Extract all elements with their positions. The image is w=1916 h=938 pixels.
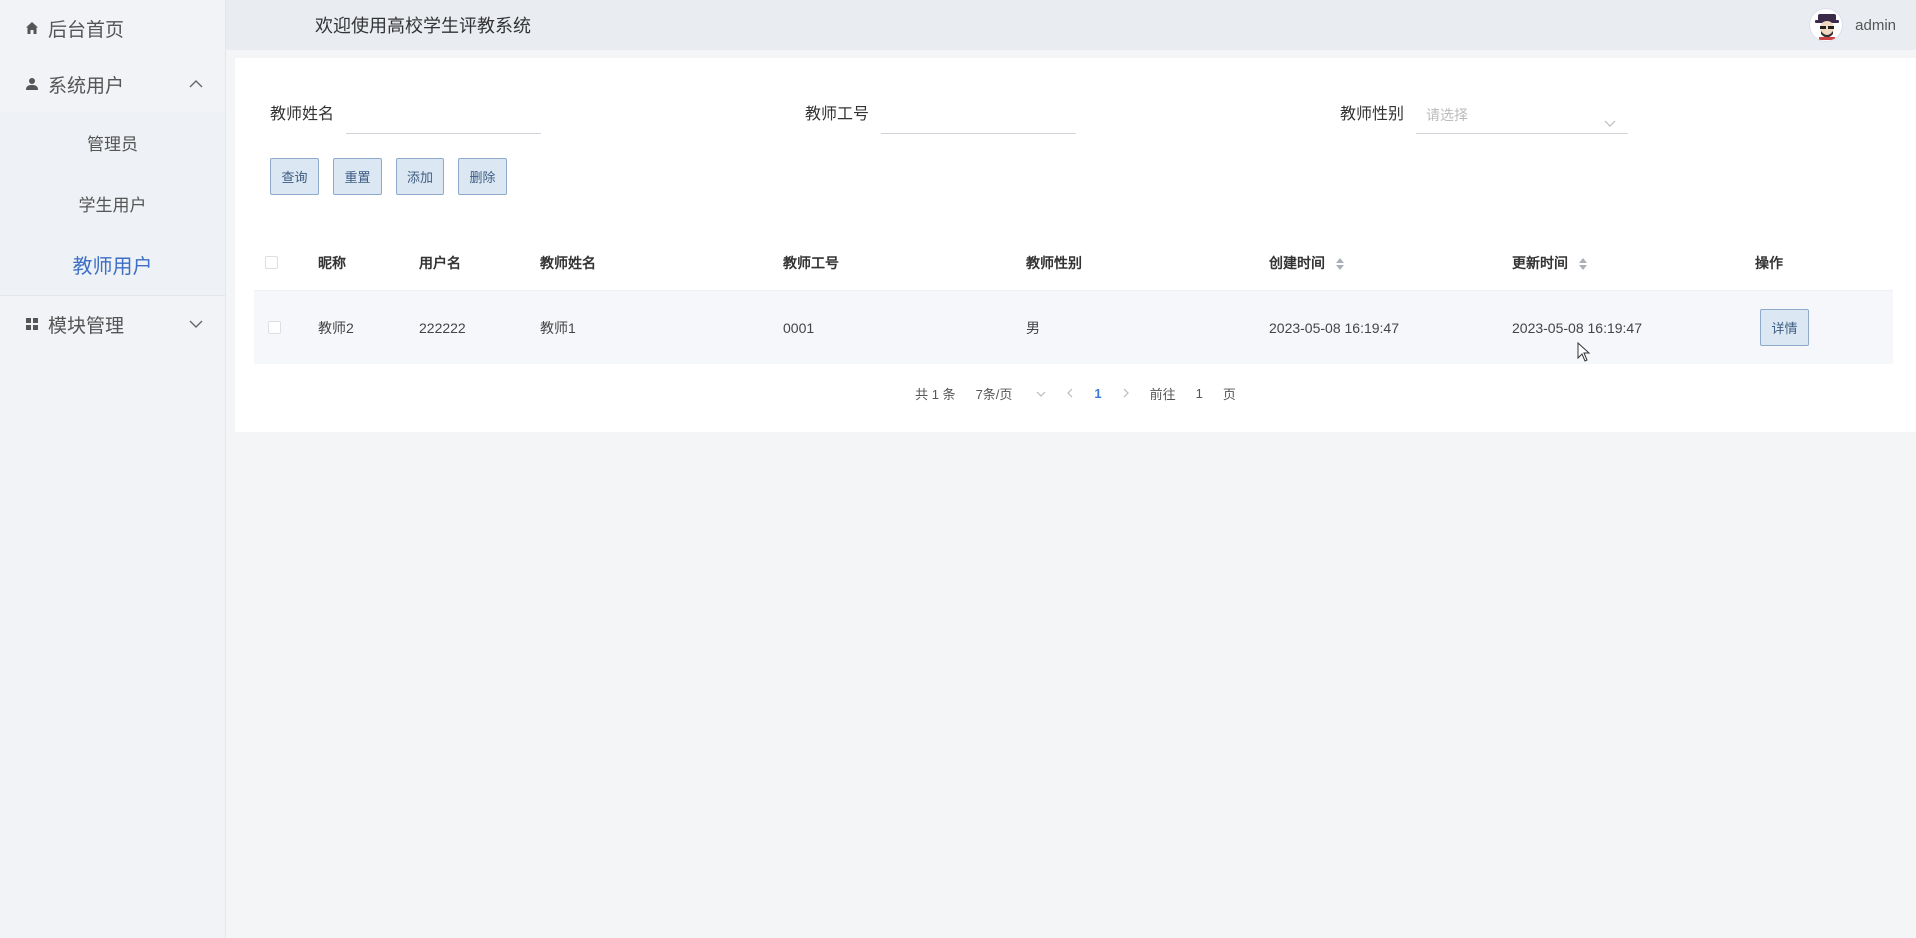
teacher-id-input[interactable]: [881, 100, 1076, 134]
col-created-time[interactable]: 创建时间: [1269, 253, 1512, 273]
table-row: 教师2 222222 教师1 0001 男 2023-05-08 16:19:4…: [254, 291, 1893, 364]
page-size-value: 7条/页: [975, 387, 1013, 402]
delete-button[interactable]: 删除: [458, 158, 507, 195]
col-username: 用户名: [419, 254, 461, 271]
sidebar-item-student-users[interactable]: 学生用户: [0, 173, 225, 234]
teacher-name-label: 教师姓名: [270, 106, 335, 123]
avatar[interactable]: [1809, 8, 1844, 42]
teacher-gender-label: 教师性别: [1340, 106, 1405, 123]
sort-icon[interactable]: [1335, 257, 1344, 270]
teacher-table: 昵称 用户名 教师姓名 教师工号 教师性别 创建时间 更新时间 操作 教师2 2…: [254, 235, 1893, 364]
col-teacher-gender: 教师性别: [1026, 254, 1082, 271]
search-filters: 教师姓名 教师工号 教师性别 请选择: [270, 100, 1890, 140]
goto-prefix: 前往: [1149, 387, 1176, 402]
sidebar-item-home[interactable]: 后台首页: [0, 0, 225, 56]
user-menu[interactable]: admin: [1809, 8, 1896, 42]
page-number-current[interactable]: 1: [1094, 386, 1101, 401]
col-updated-time[interactable]: 更新时间: [1512, 253, 1755, 273]
sidebar-group-system-users[interactable]: 系统用户: [0, 56, 225, 112]
sidebar-group-module-management[interactable]: 模块管理: [0, 296, 225, 352]
chevron-down-icon: [1036, 386, 1046, 401]
teacher-gender-select[interactable]: 请选择: [1416, 100, 1628, 134]
col-teacher-name: 教师姓名: [540, 254, 596, 271]
sidebar-item-admins[interactable]: 管理员: [0, 112, 225, 173]
chevron-down-icon: [189, 313, 203, 335]
sidebar-group-system-users-label: 系统用户: [48, 75, 125, 97]
col-nickname: 昵称: [318, 254, 346, 271]
goto-suffix: 页: [1222, 387, 1236, 402]
query-button[interactable]: 查询: [270, 158, 319, 195]
action-buttons: 查询 重置 添加 删除: [270, 158, 521, 195]
col-actions: 操作: [1755, 254, 1783, 271]
reset-button[interactable]: 重置: [333, 158, 382, 195]
top-header: 欢迎使用高校学生评教系统 admin: [226, 0, 1916, 50]
col-teacher-id: 教师工号: [783, 254, 839, 271]
col-created-time-label: 创建时间: [1269, 254, 1325, 271]
add-button[interactable]: 添加: [396, 158, 444, 195]
user-icon: [24, 76, 40, 92]
sort-icon[interactable]: [1578, 257, 1587, 270]
select-all-checkbox[interactable]: [265, 256, 278, 269]
pagination-total: 共 1 条: [915, 387, 956, 402]
detail-button[interactable]: 详情: [1760, 309, 1809, 346]
row-checkbox[interactable]: [268, 321, 281, 334]
sidebar-item-teacher-users[interactable]: 教师用户: [0, 234, 225, 295]
gender-placeholder: 请选择: [1426, 107, 1468, 123]
username: admin: [1855, 16, 1896, 34]
cell-created-time: 2023-05-08 16:19:47: [1269, 319, 1399, 336]
home-icon: [24, 20, 40, 36]
cell-teacher-id: 0001: [783, 319, 815, 336]
system-users-submenu: 管理员 学生用户 教师用户: [0, 112, 225, 295]
col-updated-time-label: 更新时间: [1512, 254, 1568, 271]
chevron-down-icon: [1604, 108, 1616, 138]
cell-nickname: 教师2: [318, 319, 354, 336]
next-page-icon[interactable]: [1122, 386, 1130, 401]
cell-updated-time: 2023-05-08 16:19:47: [1512, 319, 1642, 336]
teacher-id-label: 教师工号: [805, 106, 870, 123]
chevron-up-icon: [189, 73, 203, 95]
sidebar-item-home-label: 后台首页: [48, 19, 125, 41]
cell-username: 222222: [419, 319, 466, 336]
teacher-name-input[interactable]: [346, 100, 541, 134]
sidebar-group-module-management-label: 模块管理: [48, 315, 125, 337]
pagination: 共 1 条 7条/页 1 前往 1 页: [235, 384, 1916, 403]
goto-page-input[interactable]: 1: [1196, 386, 1203, 401]
sidebar: 后台首页 系统用户 管理员 学生用户 教师用户 模块管理: [0, 0, 226, 938]
table-header: 昵称 用户名 教师姓名 教师工号 教师性别 创建时间 更新时间 操作: [254, 235, 1893, 291]
cell-teacher-name: 教师1: [540, 319, 576, 336]
prev-page-icon[interactable]: [1066, 386, 1074, 401]
main-panel: 教师姓名 教师工号 教师性别 请选择 查询 重置 添加 删除 昵称 用户名 教师…: [235, 58, 1916, 432]
welcome-text: 欢迎使用高校学生评教系统: [315, 16, 531, 36]
grid-icon: [24, 316, 40, 332]
cell-gender: 男: [1026, 319, 1040, 336]
page-size-select[interactable]: 7条/页: [976, 384, 1047, 403]
